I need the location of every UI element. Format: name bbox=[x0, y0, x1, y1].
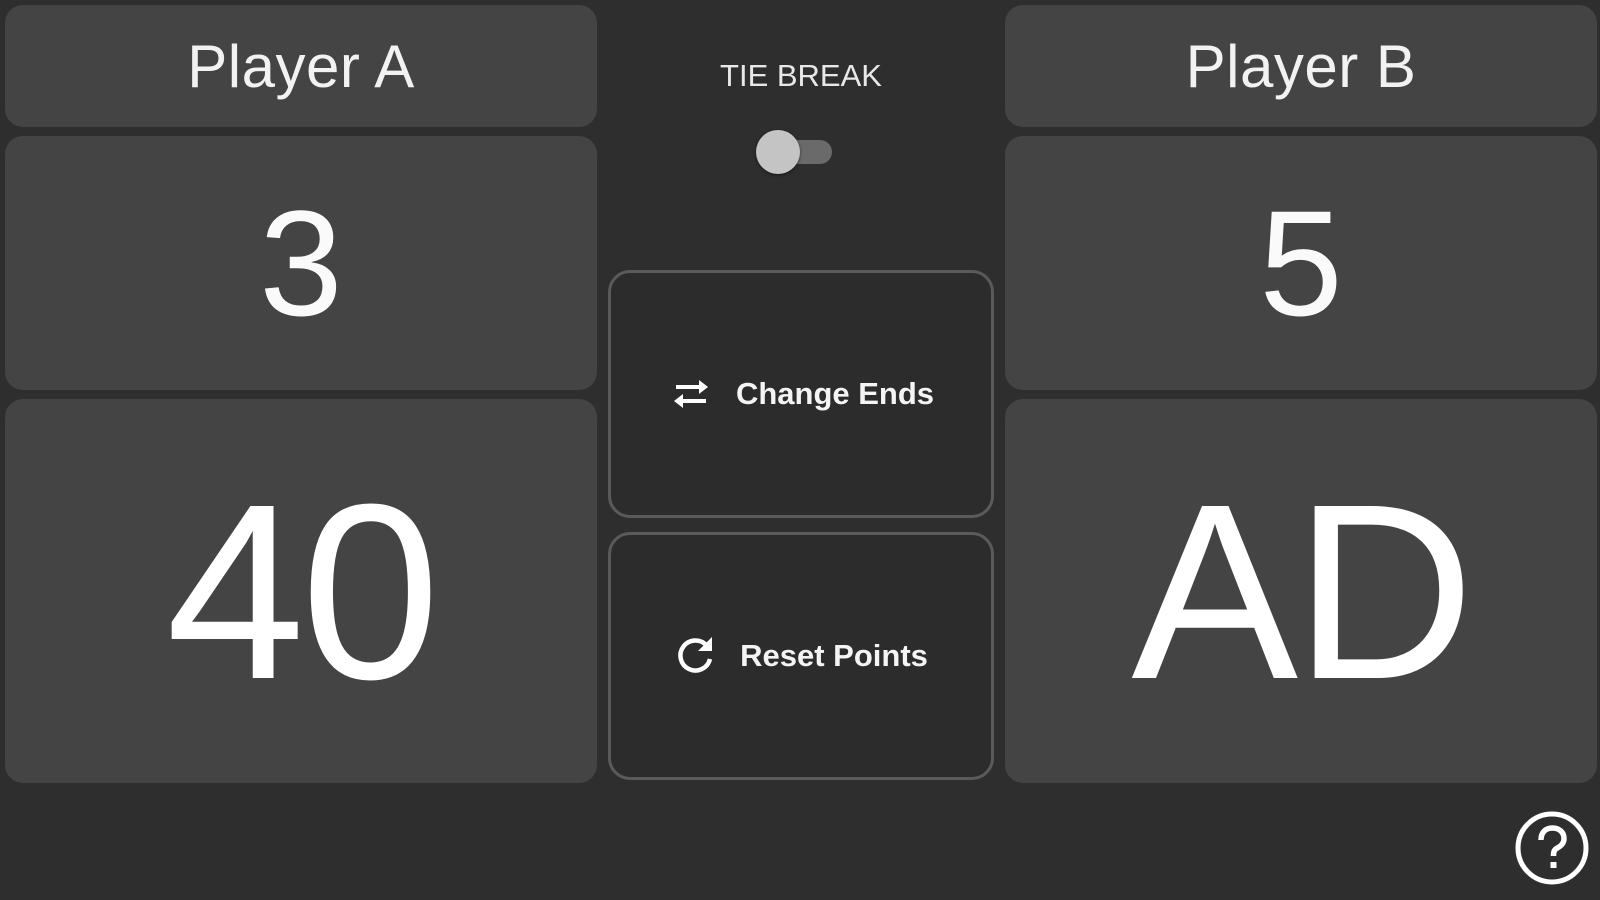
player-b-points-button[interactable]: AD bbox=[1005, 399, 1597, 783]
player-b-points-value: AD bbox=[1131, 451, 1474, 731]
player-a-name-button[interactable]: Player A bbox=[5, 5, 597, 127]
reset-points-button[interactable]: Reset Points bbox=[608, 532, 994, 780]
reset-points-label: Reset Points bbox=[740, 638, 928, 673]
player-b-games-button[interactable]: 5 bbox=[1005, 136, 1597, 390]
help-button[interactable] bbox=[1514, 810, 1590, 886]
help-circle-icon bbox=[1515, 811, 1589, 885]
player-a-points-button[interactable]: 40 bbox=[5, 399, 597, 783]
tie-break-toggle-thumb bbox=[756, 130, 800, 174]
change-ends-label: Change Ends bbox=[735, 376, 935, 411]
player-b-name-button[interactable]: Player B bbox=[1005, 5, 1597, 127]
scoreboard-screen: Player A 3 40 TIE BREAK Change Ends Rese… bbox=[0, 0, 1600, 900]
change-ends-button[interactable]: Change Ends bbox=[608, 270, 994, 518]
swap-horizontal-icon bbox=[668, 376, 714, 412]
player-a-games-button[interactable]: 3 bbox=[5, 136, 597, 390]
tie-break-label: TIE BREAK bbox=[720, 58, 882, 93]
player-b-games-value: 5 bbox=[1259, 178, 1343, 347]
refresh-icon bbox=[674, 634, 718, 678]
player-a-games-value: 3 bbox=[259, 178, 343, 347]
tie-break-toggle[interactable] bbox=[756, 130, 840, 174]
player-a-name-label: Player A bbox=[187, 32, 415, 100]
player-a-points-value: 40 bbox=[165, 451, 440, 731]
player-b-name-label: Player B bbox=[1185, 32, 1417, 100]
